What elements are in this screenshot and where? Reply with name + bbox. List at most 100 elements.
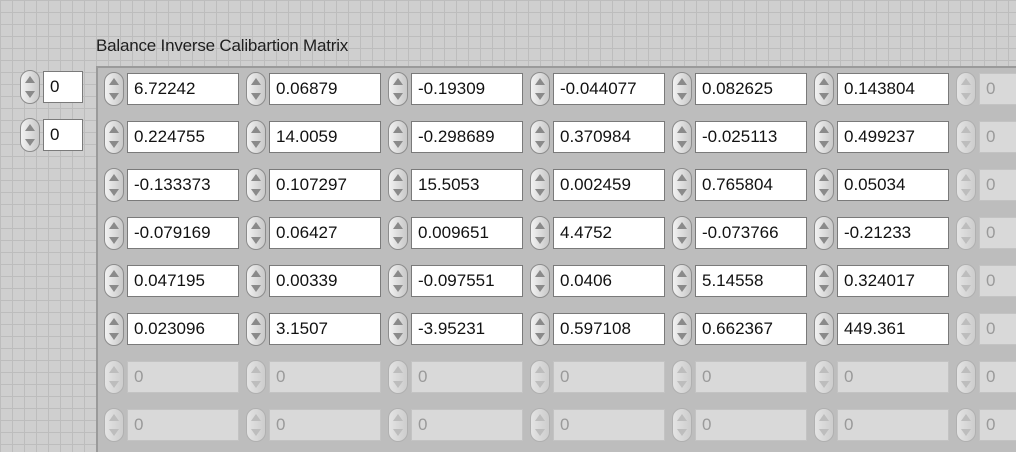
increment-arrow-icon[interactable]: [535, 414, 545, 421]
cell-increment-decrement[interactable]: [388, 312, 408, 346]
decrement-arrow-icon[interactable]: [109, 381, 119, 388]
cell-increment-decrement[interactable]: [672, 408, 692, 442]
cell-value-field[interactable]: 0.06427: [269, 217, 381, 249]
matrix-cell[interactable]: 0: [956, 310, 1016, 348]
increment-arrow-icon[interactable]: [819, 414, 829, 421]
cell-value-field[interactable]: 0: [553, 409, 665, 441]
cell-value-field[interactable]: 0: [979, 169, 1016, 201]
matrix-cell[interactable]: 0.765804: [672, 166, 810, 204]
decrement-arrow-icon[interactable]: [251, 285, 261, 292]
decrement-arrow-icon[interactable]: [677, 429, 687, 436]
decrement-arrow-icon[interactable]: [251, 93, 261, 100]
decrement-arrow-icon[interactable]: [819, 93, 829, 100]
cell-value-field[interactable]: 0.597108: [553, 313, 665, 345]
increment-arrow-icon[interactable]: [535, 270, 545, 277]
decrement-arrow-icon[interactable]: [677, 189, 687, 196]
cell-increment-decrement[interactable]: [814, 120, 834, 154]
increment-arrow-icon[interactable]: [961, 126, 971, 133]
increment-arrow-icon[interactable]: [535, 366, 545, 373]
matrix-cell[interactable]: 0.224755: [104, 118, 242, 156]
cell-value-field[interactable]: 0: [837, 409, 949, 441]
cell-value-field[interactable]: 0.662367: [695, 313, 807, 345]
increment-arrow-icon[interactable]: [109, 78, 119, 85]
decrement-arrow-icon[interactable]: [109, 285, 119, 292]
matrix-cell[interactable]: 3.1507: [246, 310, 384, 348]
increment-arrow-icon[interactable]: [251, 366, 261, 373]
cell-increment-decrement[interactable]: [672, 120, 692, 154]
increment-arrow-icon[interactable]: [109, 174, 119, 181]
cell-value-field[interactable]: 449.361: [837, 313, 949, 345]
matrix-cell[interactable]: 0.023096: [104, 310, 242, 348]
cell-increment-decrement[interactable]: [956, 360, 976, 394]
increment-arrow-icon[interactable]: [109, 414, 119, 421]
cell-increment-decrement[interactable]: [814, 312, 834, 346]
cell-increment-decrement[interactable]: [246, 168, 266, 202]
increment-arrow-icon[interactable]: [109, 318, 119, 325]
decrement-arrow-icon[interactable]: [677, 237, 687, 244]
cell-value-field[interactable]: -3.95231: [411, 313, 523, 345]
cell-value-field[interactable]: -0.025113: [695, 121, 807, 153]
cell-value-field[interactable]: 0.002459: [553, 169, 665, 201]
increment-arrow-icon[interactable]: [677, 174, 687, 181]
decrement-arrow-icon[interactable]: [393, 285, 403, 292]
matrix-cell[interactable]: 5.14558: [672, 262, 810, 300]
cell-value-field[interactable]: 0.370984: [553, 121, 665, 153]
matrix-cell[interactable]: 0.00339: [246, 262, 384, 300]
cell-increment-decrement[interactable]: [104, 264, 124, 298]
cell-value-field[interactable]: 0: [411, 409, 523, 441]
cell-value-field[interactable]: -0.19309: [411, 73, 523, 105]
cell-increment-decrement[interactable]: [388, 360, 408, 394]
matrix-cell[interactable]: 0.047195: [104, 262, 242, 300]
matrix-cell[interactable]: 0.370984: [530, 118, 668, 156]
cell-value-field[interactable]: -0.097551: [411, 265, 523, 297]
cell-increment-decrement[interactable]: [388, 72, 408, 106]
cell-increment-decrement[interactable]: [814, 72, 834, 106]
row-index-field[interactable]: 0: [43, 71, 83, 103]
matrix-cell[interactable]: 0.499237: [814, 118, 952, 156]
cell-increment-decrement[interactable]: [388, 216, 408, 250]
cell-increment-decrement[interactable]: [104, 168, 124, 202]
matrix-cell[interactable]: 0: [104, 358, 242, 396]
cell-value-field[interactable]: 0.009651: [411, 217, 523, 249]
cell-increment-decrement[interactable]: [104, 360, 124, 394]
increment-arrow-icon[interactable]: [109, 270, 119, 277]
increment-arrow-icon[interactable]: [819, 126, 829, 133]
matrix-cell[interactable]: -0.298689: [388, 118, 526, 156]
increment-arrow-icon[interactable]: [393, 78, 403, 85]
increment-arrow-icon[interactable]: [819, 174, 829, 181]
increment-arrow-icon[interactable]: [393, 318, 403, 325]
increment-arrow-icon[interactable]: [961, 414, 971, 421]
decrement-arrow-icon[interactable]: [535, 285, 545, 292]
cell-value-field[interactable]: -0.073766: [695, 217, 807, 249]
decrement-arrow-icon[interactable]: [535, 429, 545, 436]
decrement-arrow-icon[interactable]: [535, 333, 545, 340]
matrix-cell[interactable]: -0.21233: [814, 214, 952, 252]
decrement-arrow-icon[interactable]: [109, 237, 119, 244]
matrix-cell[interactable]: -0.079169: [104, 214, 242, 252]
cell-value-field[interactable]: 0: [411, 361, 523, 393]
matrix-cell[interactable]: -0.19309: [388, 70, 526, 108]
matrix-cell[interactable]: 0: [104, 406, 242, 444]
matrix-cell[interactable]: 0.05034: [814, 166, 952, 204]
matrix-cell[interactable]: 449.361: [814, 310, 952, 348]
cell-value-field[interactable]: 0: [837, 361, 949, 393]
cell-value-field[interactable]: -0.079169: [127, 217, 239, 249]
matrix-cell[interactable]: 0: [246, 358, 384, 396]
increment-arrow-icon[interactable]: [961, 318, 971, 325]
matrix-cell[interactable]: 0.06427: [246, 214, 384, 252]
cell-increment-decrement[interactable]: [814, 360, 834, 394]
cell-increment-decrement[interactable]: [104, 120, 124, 154]
increment-arrow-icon[interactable]: [251, 414, 261, 421]
cell-value-field[interactable]: -0.133373: [127, 169, 239, 201]
cell-increment-decrement[interactable]: [814, 216, 834, 250]
cell-value-field[interactable]: 0.0406: [553, 265, 665, 297]
cell-value-field[interactable]: -0.21233: [837, 217, 949, 249]
matrix-cell[interactable]: 0: [814, 406, 952, 444]
decrement-arrow-icon[interactable]: [535, 93, 545, 100]
matrix-cell[interactable]: 0: [388, 406, 526, 444]
cell-increment-decrement[interactable]: [246, 360, 266, 394]
column-index-field[interactable]: 0: [43, 119, 83, 151]
increment-arrow-icon[interactable]: [819, 78, 829, 85]
decrement-arrow-icon[interactable]: [677, 141, 687, 148]
cell-value-field[interactable]: 0: [127, 409, 239, 441]
